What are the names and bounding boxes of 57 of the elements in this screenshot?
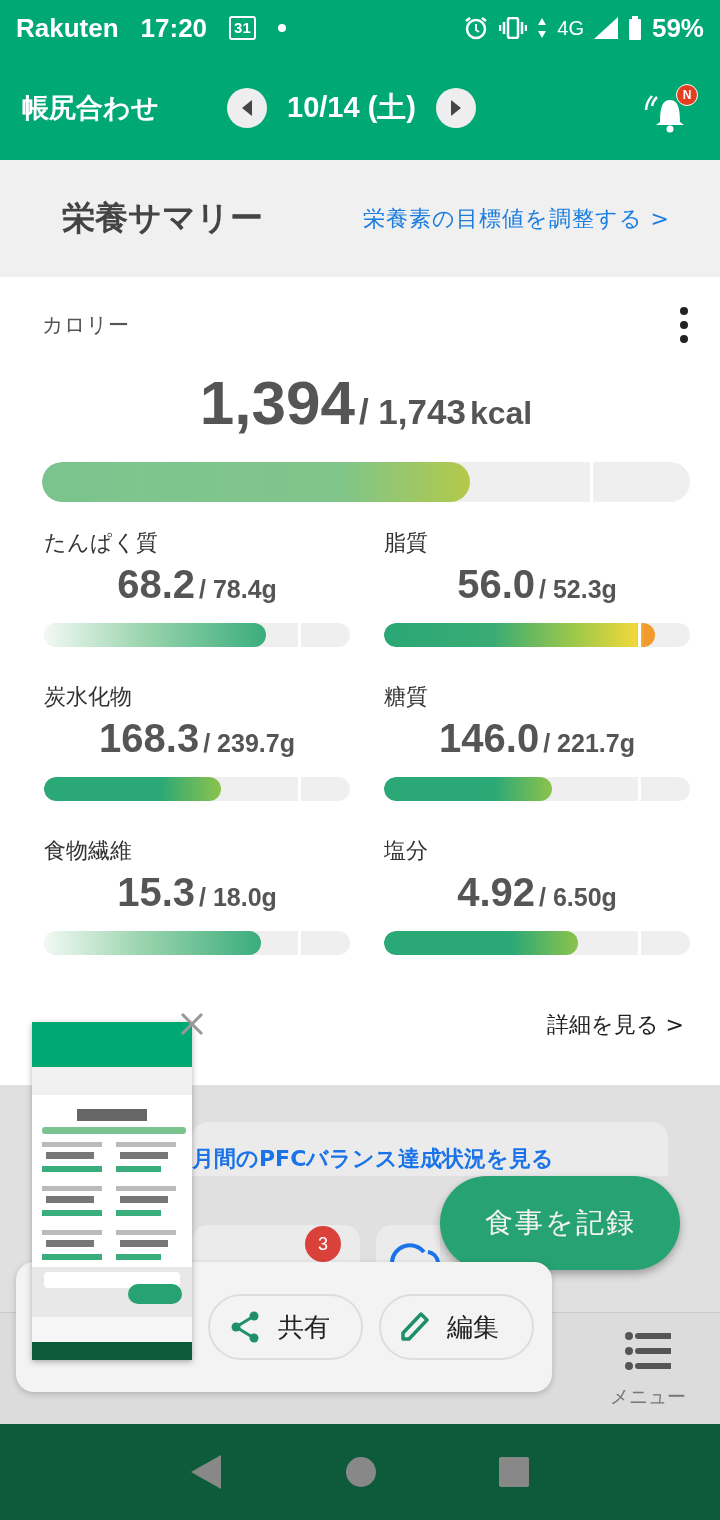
calorie-unit: kcal [469, 395, 533, 432]
analysis-card[interactable]: 3 [192, 1225, 360, 1262]
nutrient-target: / 239.7g [203, 729, 295, 758]
vibrate-icon [499, 17, 528, 39]
share-button[interactable]: 共有 [208, 1294, 363, 1360]
share-icon [230, 1311, 260, 1343]
nutrient-label: たんぱく質 [44, 529, 159, 557]
nutrient-value: 15.3 [117, 870, 195, 915]
clock: 17:20 [140, 12, 208, 44]
nutrient-value: 4.92 [457, 870, 535, 915]
nutrient-target: / 6.50g [539, 883, 617, 912]
previous-day-button[interactable] [227, 88, 267, 128]
section-title: 栄養サマリー [62, 197, 263, 239]
network-type: 4G [557, 16, 584, 40]
back-icon[interactable] [191, 1455, 224, 1489]
home-icon[interactable] [346, 1457, 376, 1487]
carrier-name: Rakuten [16, 12, 119, 44]
calendar-date: 31 [229, 16, 256, 40]
edit-button[interactable]: 編集 [379, 1294, 534, 1360]
recents-icon[interactable] [498, 1457, 529, 1487]
signal-icon [593, 17, 618, 39]
pencil-icon [401, 1312, 429, 1342]
adjust-targets-link[interactable]: 栄養素の目標値を調整する > [362, 203, 670, 234]
next-day-button[interactable] [435, 88, 476, 128]
nutrient-label: 脂質 [384, 529, 429, 557]
details-link[interactable]: 詳細を見る > [546, 1010, 684, 1040]
chat-card[interactable] [376, 1225, 440, 1262]
nutrient-label: 炭水化物 [44, 683, 133, 711]
nutrient-target: / 78.4g [199, 575, 277, 604]
nutrient-value: 56.0 [457, 562, 535, 607]
battery-level: 59% [651, 12, 704, 44]
notification-badge: N [676, 84, 698, 106]
nutrient-target: / 52.3g [539, 575, 617, 604]
caret-left-icon [240, 100, 254, 116]
current-date: 10/14 (土) [287, 90, 416, 125]
nutrient-label: 食物繊維 [44, 837, 133, 865]
nutrient-value: 146.0 [439, 716, 540, 761]
calorie-value: 1,394 [199, 367, 355, 438]
caret-right-icon [448, 100, 463, 116]
data-arrows-icon [537, 17, 548, 39]
pfc-balance-card[interactable]: 月間のPFCバランス達成状況を見る [192, 1122, 668, 1176]
more-menu-icon[interactable] [678, 306, 690, 344]
record-meal-button[interactable]: 食事を記録 [440, 1176, 680, 1270]
count-badge: 3 [305, 1226, 341, 1262]
calorie-label: カロリー [42, 312, 129, 339]
nav-tab[interactable]: メニュー [576, 1313, 720, 1424]
nutrient-target: / 221.7g [543, 729, 635, 758]
list-icon [625, 1332, 671, 1370]
screen-title: 帳尻合わせ [22, 91, 160, 125]
nutrient-label: 塩分 [384, 837, 429, 865]
calorie-target: / 1,743 [358, 392, 466, 432]
nutrient-target: / 18.0g [199, 883, 277, 912]
nutrient-label: 糖質 [384, 683, 429, 711]
battery-icon [627, 16, 642, 40]
nutrient-value: 168.3 [99, 716, 200, 761]
notification-dot [277, 24, 286, 32]
nutrient-value: 68.2 [117, 562, 195, 607]
